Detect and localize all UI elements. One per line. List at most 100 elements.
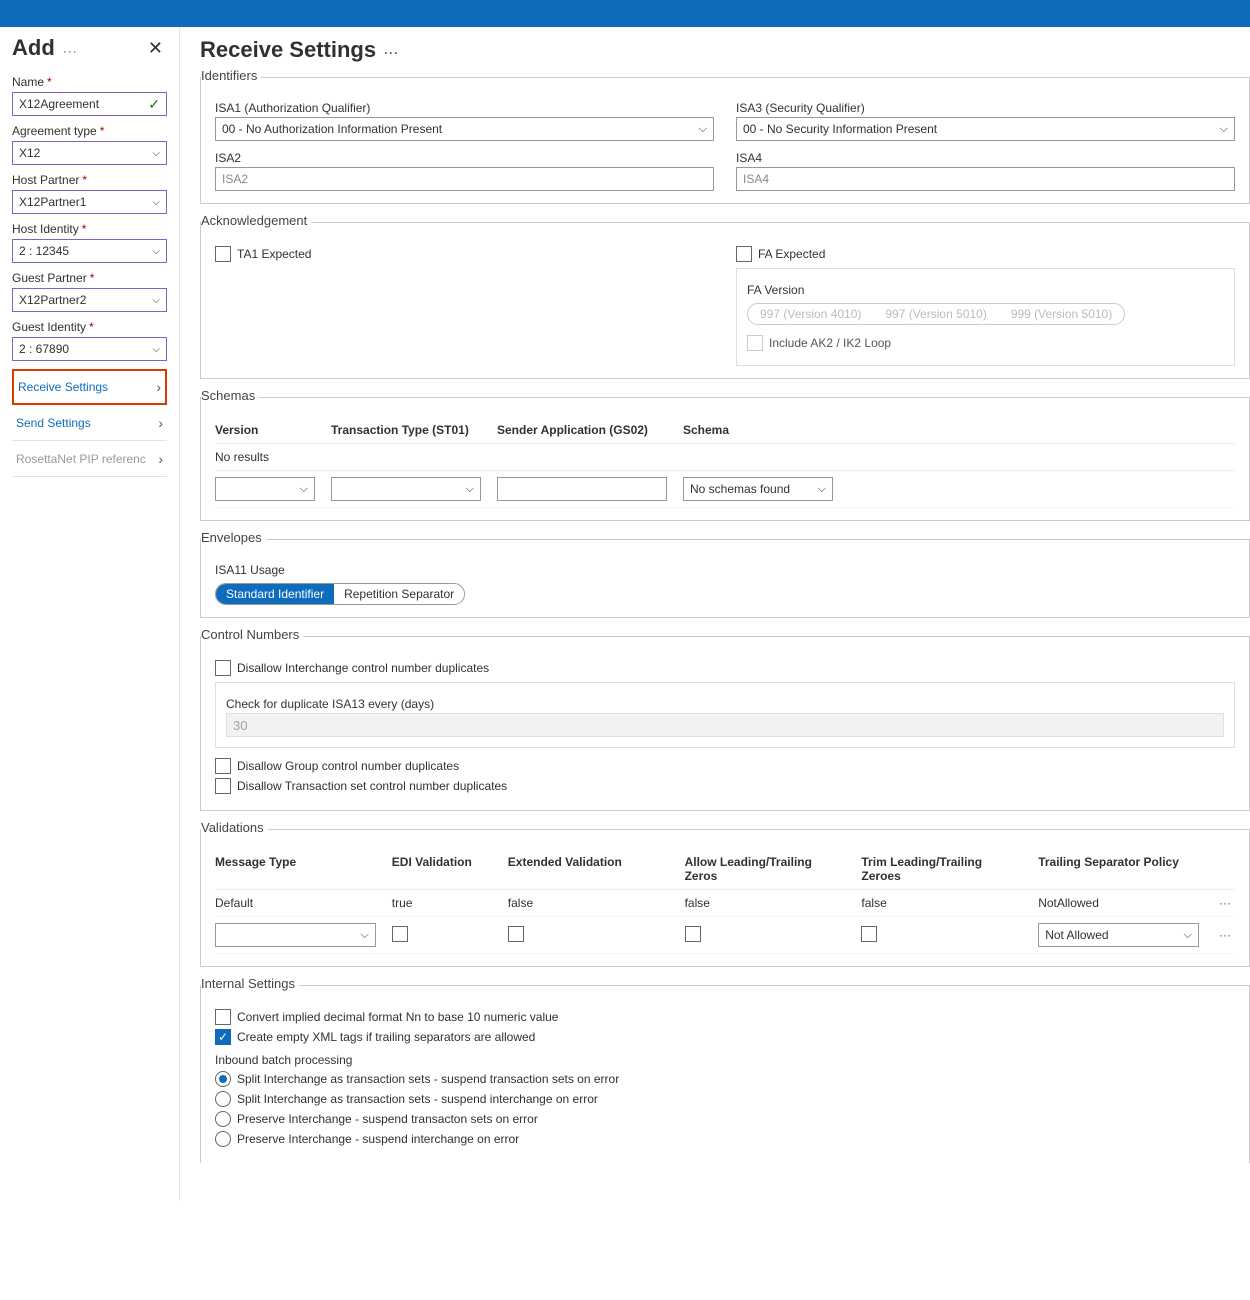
schemas-legend: Schemas (201, 388, 259, 403)
nav-send-settings[interactable]: Send Settings› (12, 405, 167, 441)
allow-checkbox[interactable] (685, 926, 701, 942)
include-ak2-label: Include AK2 / IK2 Loop (769, 336, 891, 350)
checkbox-icon[interactable] (215, 1009, 231, 1025)
validation-row: Default true false false false NotAllowe… (215, 890, 1235, 917)
fa-version-label: FA Version (747, 283, 1224, 297)
isa3-select[interactable]: 00 - No Security Information Present⌵ (736, 117, 1235, 141)
name-field[interactable]: X12Agreement✓ (12, 92, 167, 116)
close-icon[interactable]: ✕ (144, 38, 167, 59)
disallow-interchange-row[interactable]: Disallow Interchange control number dupl… (215, 660, 1235, 676)
chevron-down-icon: ⌵ (152, 197, 160, 208)
batch-option-0[interactable]: Split Interchange as transaction sets - … (215, 1071, 1235, 1087)
policy-select[interactable]: Not Allowed⌵ (1038, 923, 1199, 947)
ack-legend: Acknowledgement (201, 213, 311, 228)
validations-legend: Validations (201, 820, 268, 835)
col-sender-app: Sender Application (GS02) (497, 423, 667, 437)
schema-select[interactable]: No schemas found⌵ (683, 477, 833, 501)
chevron-down-icon: ⌵ (152, 295, 160, 306)
isa4-input[interactable]: ISA4 (736, 167, 1235, 191)
host-identity-select[interactable]: 2 : 12345⌵ (12, 239, 167, 263)
batch-label: Inbound batch processing (215, 1053, 1235, 1067)
radio-icon[interactable] (215, 1071, 231, 1087)
isa4-label: ISA4 (736, 151, 1235, 165)
checkbox-icon[interactable] (215, 758, 231, 774)
nav-rosettanet[interactable]: RosettaNet PIP referenc› (12, 441, 167, 477)
convert-checkbox-row[interactable]: Convert implied decimal format Nn to bas… (215, 1009, 1235, 1025)
isa2-input[interactable]: ISA2 (215, 167, 714, 191)
internal-legend: Internal Settings (201, 976, 299, 991)
fa-label: FA Expected (758, 247, 825, 261)
ta1-checkbox-row[interactable]: TA1 Expected (215, 246, 714, 262)
disallow-trans-row[interactable]: Disallow Transaction set control number … (215, 778, 1235, 794)
batch-option-3[interactable]: Preserve Interchange - suspend interchan… (215, 1131, 1235, 1147)
checkbox-icon[interactable] (215, 660, 231, 676)
chevron-down-icon: ⌵ (300, 483, 308, 496)
page-title: Receive Settings (200, 37, 376, 63)
checkbox-icon[interactable]: ✓ (215, 1029, 231, 1045)
create-empty-checkbox-row[interactable]: ✓ Create empty XML tags if trailing sepa… (215, 1029, 1235, 1045)
chevron-down-icon: ⌵ (152, 344, 160, 355)
ta1-label: TA1 Expected (237, 247, 311, 261)
radio-icon[interactable] (215, 1131, 231, 1147)
more-icon[interactable]: ··· (63, 44, 78, 58)
col-version: Version (215, 423, 315, 437)
vcol-trim: Trim Leading/Trailing Zeroes (861, 855, 1022, 883)
name-label: Name* (12, 75, 167, 89)
radio-icon[interactable] (215, 1091, 231, 1107)
chevron-down-icon: ⌵ (466, 483, 474, 496)
chevron-down-icon: ⌵ (699, 123, 707, 136)
agreement-type-label: Agreement type* (12, 124, 167, 138)
batch-option-1[interactable]: Split Interchange as transaction sets - … (215, 1091, 1235, 1107)
vcol-msgtype: Message Type (215, 855, 376, 883)
fa-version-option: 997 (Version 5010) (873, 304, 998, 324)
control-legend: Control Numbers (201, 627, 303, 642)
vcol-policy: Trailing Separator Policy (1038, 855, 1199, 883)
no-results-row: No results (215, 444, 1235, 470)
host-identity-label: Host Identity* (12, 222, 167, 236)
edi-checkbox[interactable] (392, 926, 408, 942)
guest-partner-select[interactable]: X12Partner2⌵ (12, 288, 167, 312)
checkbox-icon[interactable] (215, 778, 231, 794)
isa2-label: ISA2 (215, 151, 714, 165)
isa11-option-standard[interactable]: Standard Identifier (216, 584, 334, 604)
isa13-label: Check for duplicate ISA13 every (days) (226, 697, 1224, 711)
version-select[interactable]: ⌵ (215, 477, 315, 501)
chevron-right-icon: › (158, 415, 163, 431)
isa1-select[interactable]: 00 - No Authorization Information Presen… (215, 117, 714, 141)
row-more-icon[interactable]: ··· (1215, 896, 1235, 910)
top-bar (0, 0, 1250, 27)
fa-version-option: 997 (Version 4010) (748, 304, 873, 324)
nav-receive-settings[interactable]: Receive Settings› (12, 369, 167, 405)
radio-icon[interactable] (215, 1111, 231, 1127)
more-icon[interactable]: ··· (384, 46, 399, 60)
host-partner-select[interactable]: X12Partner1⌵ (12, 190, 167, 214)
sidebar-title: Add (12, 35, 55, 61)
vcol-edi: EDI Validation (392, 855, 492, 883)
isa11-option-repetition[interactable]: Repetition Separator (334, 584, 464, 604)
sender-app-input[interactable] (497, 477, 667, 501)
chevron-down-icon: ⌵ (152, 246, 160, 257)
col-transaction-type: Transaction Type (ST01) (331, 423, 481, 437)
main-content: Receive Settings ··· Identifiers ISA1 (A… (180, 27, 1250, 1201)
agreement-type-select[interactable]: X12⌵ (12, 141, 167, 165)
checkbox-icon[interactable] (215, 246, 231, 262)
msgtype-select[interactable]: ⌵ (215, 923, 376, 947)
fa-version-option: 999 (Version 5010) (999, 304, 1124, 324)
control-numbers-panel: Control Numbers Disallow Interchange con… (200, 636, 1250, 811)
batch-option-2[interactable]: Preserve Interchange - suspend transacto… (215, 1111, 1235, 1127)
disallow-group-row[interactable]: Disallow Group control number duplicates (215, 758, 1235, 774)
validations-panel: Validations Message Type EDI Validation … (200, 829, 1250, 967)
trim-checkbox[interactable] (861, 926, 877, 942)
checkbox-icon[interactable] (736, 246, 752, 262)
vcol-ext: Extended Validation (508, 855, 669, 883)
row-more-icon[interactable]: ··· (1215, 928, 1235, 942)
transaction-type-select[interactable]: ⌵ (331, 477, 481, 501)
checkbox-icon (747, 335, 763, 351)
guest-partner-label: Guest Partner* (12, 271, 167, 285)
isa13-days-input: 30 (226, 713, 1224, 737)
isa11-toggle[interactable]: Standard Identifier Repetition Separator (215, 583, 465, 605)
guest-identity-select[interactable]: 2 : 67890⌵ (12, 337, 167, 361)
ext-checkbox[interactable] (508, 926, 524, 942)
fa-checkbox-row[interactable]: FA Expected (736, 246, 1235, 262)
fa-version-options: 997 (Version 4010) 997 (Version 5010) 99… (747, 303, 1125, 325)
